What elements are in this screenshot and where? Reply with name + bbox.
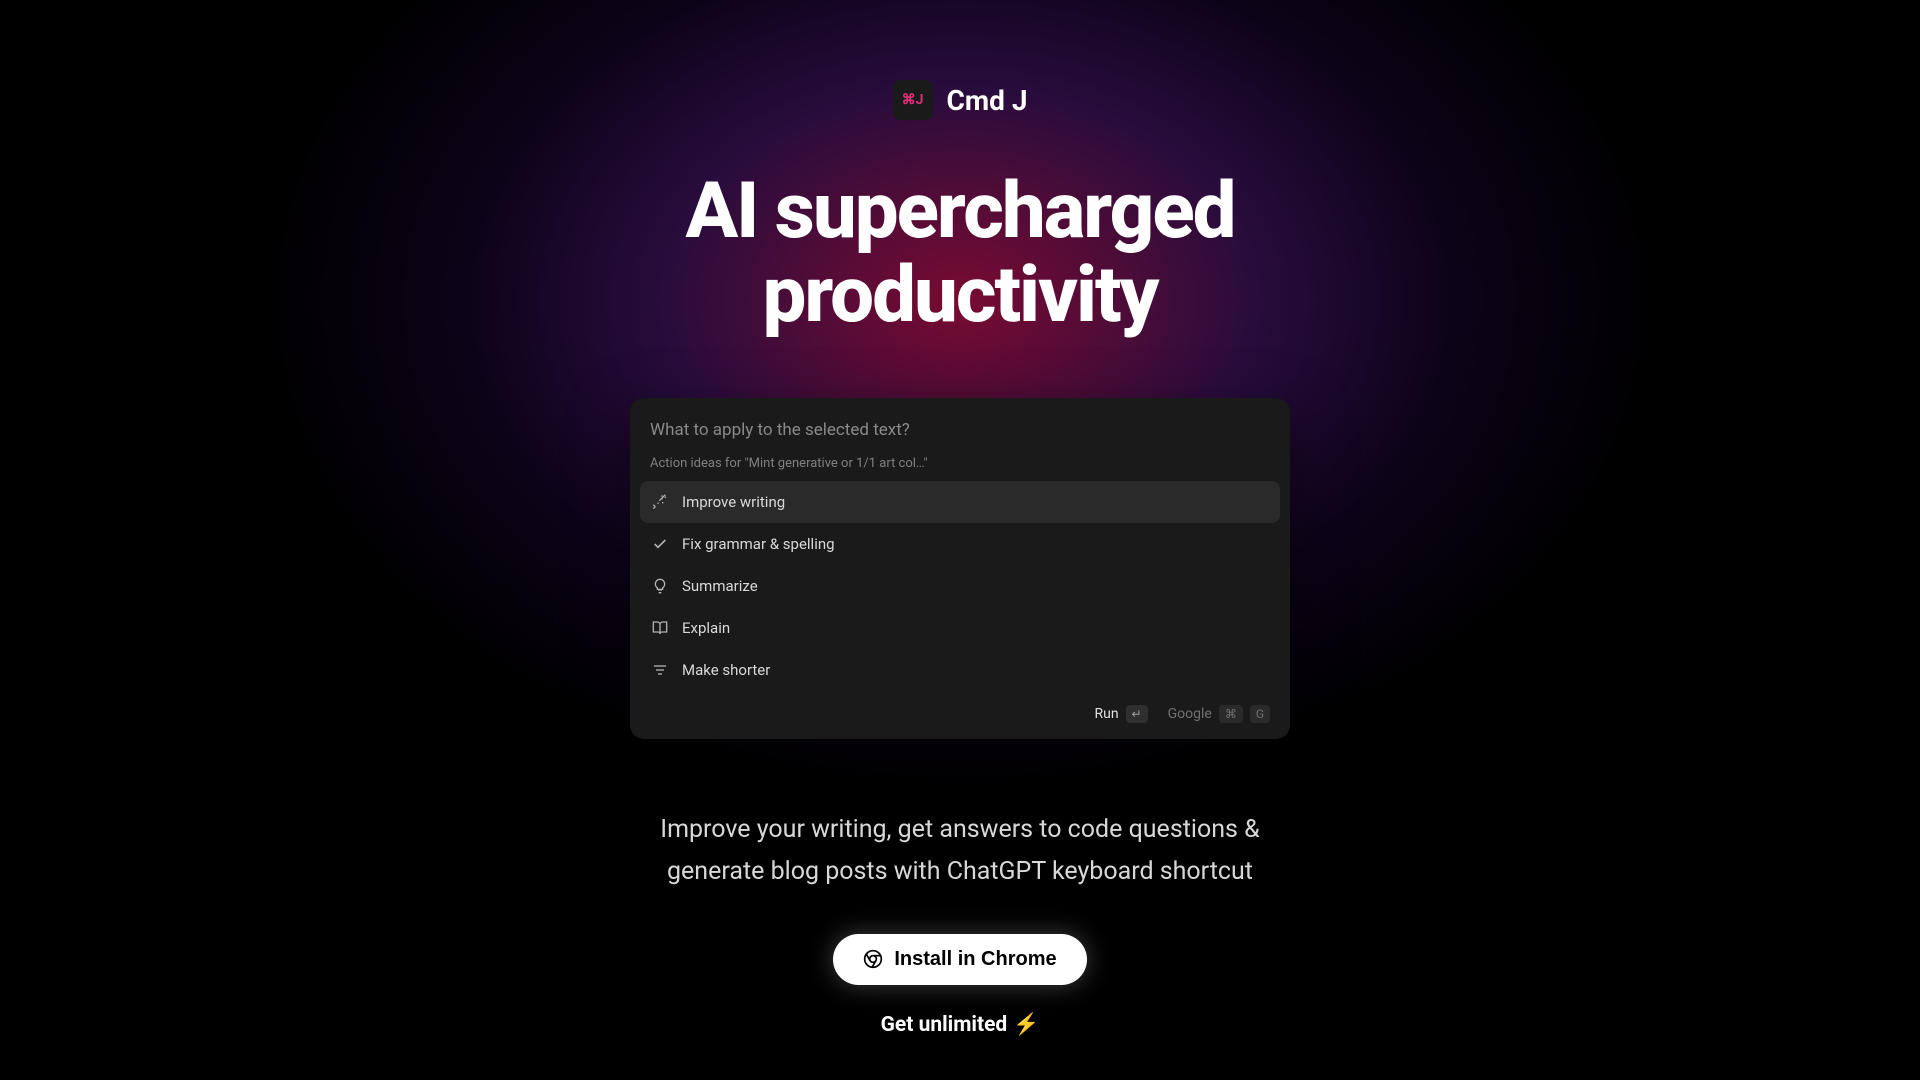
google-action[interactable]: Google ⌘ G xyxy=(1168,705,1270,723)
chrome-icon xyxy=(863,949,883,969)
logo-badge-icon: ⌘J xyxy=(893,80,933,120)
palette-item-label: Improve writing xyxy=(682,493,785,511)
palette-item-label: Explain xyxy=(682,619,730,637)
palette-item-improve-writing[interactable]: Improve writing xyxy=(640,481,1280,523)
book-icon xyxy=(652,620,668,636)
enter-key-icon: ↵ xyxy=(1126,705,1148,723)
install-chrome-button[interactable]: Install in Chrome xyxy=(833,934,1086,985)
palette-prompt-input[interactable]: What to apply to the selected text? xyxy=(630,412,1290,450)
hero-title-line2: productivity xyxy=(762,250,1157,341)
palette-item-summarize[interactable]: Summarize xyxy=(640,565,1280,607)
palette-item-make-shorter[interactable]: Make shorter xyxy=(640,649,1280,691)
hero-title: AI supercharged productivity xyxy=(685,170,1234,338)
palette-item-label: Summarize xyxy=(682,577,758,595)
install-button-label: Install in Chrome xyxy=(894,948,1056,971)
palette-item-label: Make shorter xyxy=(682,661,770,679)
g-key-icon: G xyxy=(1250,705,1270,723)
palette-item-label: Fix grammar & spelling xyxy=(682,535,835,553)
check-icon xyxy=(652,536,668,552)
unlimited-text: Get unlimited xyxy=(881,1013,1008,1037)
bulb-icon xyxy=(652,578,668,594)
subtitle: Improve your writing, get answers to cod… xyxy=(660,809,1260,892)
logo: ⌘J Cmd J xyxy=(893,80,1028,120)
hero-title-line1: AI supercharged xyxy=(685,166,1234,257)
get-unlimited-link[interactable]: Get unlimited ⚡ xyxy=(881,1013,1040,1037)
google-label: Google xyxy=(1168,706,1212,722)
run-action[interactable]: Run ↵ xyxy=(1094,705,1147,723)
logo-name: Cmd J xyxy=(947,84,1028,117)
main-container: ⌘J Cmd J AI supercharged productivity Wh… xyxy=(0,0,1920,1080)
shorten-icon xyxy=(652,662,668,678)
command-palette: What to apply to the selected text? Acti… xyxy=(630,398,1290,739)
palette-items-list: Improve writing Fix grammar & spelling S… xyxy=(630,481,1290,691)
palette-item-fix-grammar[interactable]: Fix grammar & spelling xyxy=(640,523,1280,565)
lightning-icon: ⚡ xyxy=(1013,1013,1039,1037)
palette-item-explain[interactable]: Explain xyxy=(640,607,1280,649)
palette-section-label: Action ideas for "Mint generative or 1/1… xyxy=(630,450,1290,481)
run-label: Run xyxy=(1094,706,1118,722)
wand-icon xyxy=(652,494,668,510)
cmd-key-icon: ⌘ xyxy=(1219,705,1243,723)
palette-footer: Run ↵ Google ⌘ G xyxy=(630,691,1290,727)
